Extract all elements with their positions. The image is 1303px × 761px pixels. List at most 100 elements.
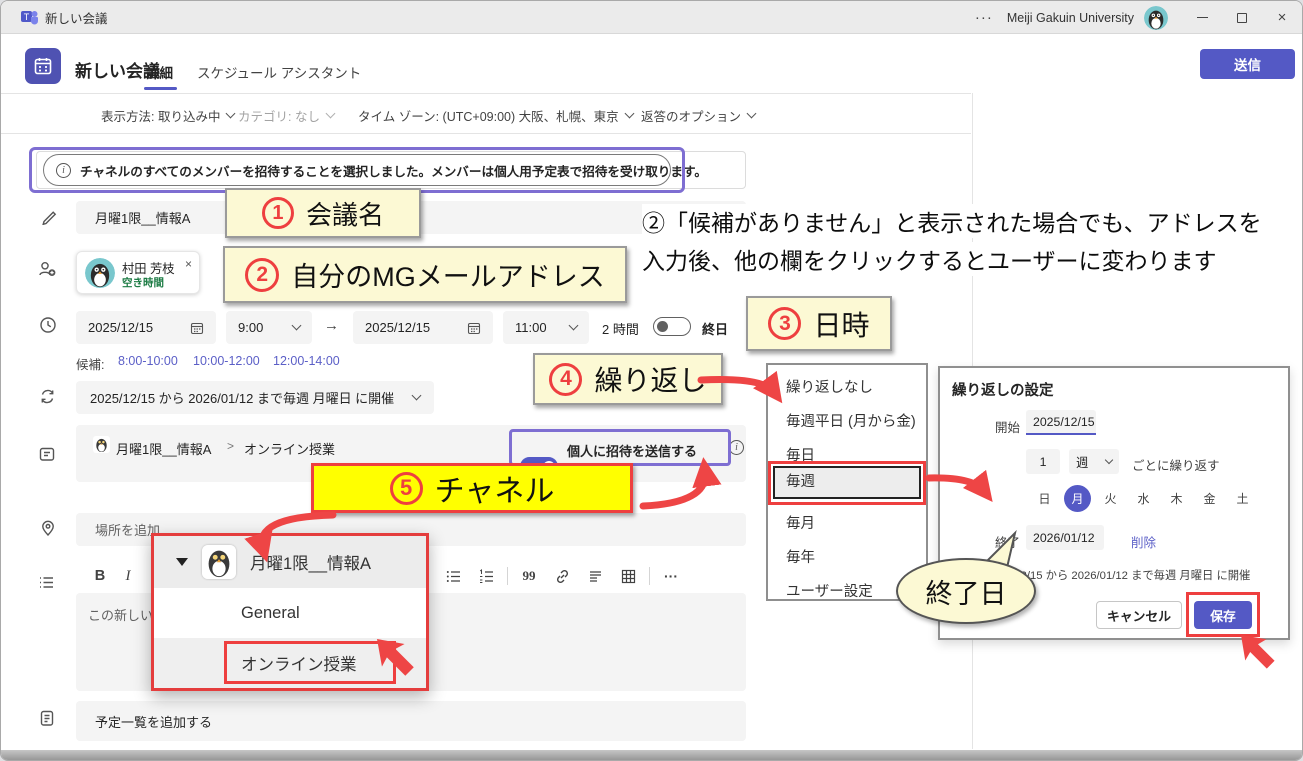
minimize-button[interactable] xyxy=(1182,1,1222,34)
day-saturday[interactable]: 土 xyxy=(1229,485,1256,512)
show-as-dropdown[interactable]: 表示方法: 取り込み中 xyxy=(101,106,234,125)
attendee-availability: 空き時間 xyxy=(122,275,164,290)
day-thursday[interactable]: 木 xyxy=(1163,485,1190,512)
channel-picker-team-header[interactable]: 月曜1限__情報A xyxy=(154,536,426,588)
annotation-purple-box-banner xyxy=(29,147,685,193)
callout-1-label: 会議名 xyxy=(306,195,384,232)
recurrence-dropdown[interactable]: 2025/12/15 から 2026/01/12 まで毎週 月曜日 に開催 xyxy=(76,381,434,414)
team-name: 月曜1限__情報A xyxy=(250,550,371,574)
timezone-dropdown[interactable]: タイム ゾーン: (UTC+09:00) 大阪、札幌、東京 xyxy=(358,106,633,125)
chevron-down-icon xyxy=(292,321,302,331)
tab-schedule-assistant[interactable]: スケジュール アシスタント xyxy=(197,62,361,82)
maximize-button[interactable] xyxy=(1222,1,1262,34)
toolbar-divider xyxy=(1,133,971,134)
chevron-down-icon xyxy=(569,321,579,331)
info-icon: i xyxy=(729,440,744,455)
editor-toolbar-right: 99 ··· xyxy=(441,559,746,593)
callout-2-number: 2 xyxy=(245,258,279,292)
callout-2-email: 2 自分のMGメールアドレス xyxy=(223,246,627,303)
response-options-dropdown[interactable]: 返答のオプション xyxy=(641,106,755,125)
toolbar-divider xyxy=(649,567,650,585)
close-button[interactable]: × xyxy=(1262,1,1302,34)
dialog-end-date-input[interactable]: 2026/01/12 xyxy=(1026,525,1104,550)
end-date-bubble: 終了日 xyxy=(896,558,1036,624)
callout-3-number: 3 xyxy=(768,307,801,340)
repeat-suffix-label: ごとに繰り返す xyxy=(1132,455,1220,474)
channel-team-name[interactable]: 月曜1限__情報A xyxy=(116,439,211,458)
suggestion-time-link[interactable]: 12:00-14:00 xyxy=(273,354,340,368)
callout-3-datetime: 3 日時 xyxy=(746,296,892,351)
annotation-red-box-channel-option xyxy=(224,641,396,684)
caret-down-icon xyxy=(176,558,188,566)
repeat-icon xyxy=(38,387,57,406)
quote-button[interactable]: 99 xyxy=(517,564,541,588)
cancel-button[interactable]: キャンセル xyxy=(1096,601,1182,629)
italic-button[interactable]: I xyxy=(116,564,140,588)
day-wednesday[interactable]: 水 xyxy=(1130,485,1157,512)
delete-end-date-link[interactable]: 削除 xyxy=(1131,532,1156,551)
titlebar-more-icon[interactable]: ··· xyxy=(961,9,1007,26)
remove-attendee-icon[interactable]: × xyxy=(185,257,192,271)
teams-new-meeting-window: T 新しい会議 ··· Meiji Gakuin University × 新し… xyxy=(0,0,1303,761)
attendee-chip[interactable]: 村田 芳枝 空き時間 × xyxy=(76,251,200,294)
dialog-unit-dropdown[interactable]: 週 xyxy=(1069,449,1119,474)
start-date-input[interactable]: 2025/12/15 xyxy=(76,311,216,344)
end-time-input[interactable]: 11:00 xyxy=(503,311,589,344)
annotation-purple-box-toggle xyxy=(509,429,731,466)
day-monday[interactable]: 月 xyxy=(1064,485,1091,512)
bullet-list-button[interactable] xyxy=(441,564,465,588)
table-button[interactable] xyxy=(616,564,640,588)
bold-button[interactable]: B xyxy=(88,564,112,588)
callout-4-recurrence: 4 繰り返し xyxy=(533,353,723,405)
menu-item-monthly[interactable]: 毎月 xyxy=(768,507,926,541)
link-button[interactable] xyxy=(550,564,574,588)
annotation-red-box-save xyxy=(1186,592,1260,637)
all-day-toggle[interactable] xyxy=(653,317,691,336)
team-avatar-icon xyxy=(202,545,236,579)
day-tuesday[interactable]: 火 xyxy=(1097,485,1124,512)
teams-logo-icon: T xyxy=(21,9,38,31)
menu-item-no-repeat[interactable]: 繰り返しなし xyxy=(768,371,926,405)
align-button[interactable] xyxy=(583,564,607,588)
day-sunday[interactable]: 日 xyxy=(1031,485,1058,512)
active-tab-underline xyxy=(144,87,177,90)
day-friday[interactable]: 金 xyxy=(1196,485,1223,512)
callout-5-channel: 5 チャネル xyxy=(311,463,633,513)
agenda-input[interactable]: 予定一覧を追加する xyxy=(76,701,746,741)
send-button[interactable]: 送信 xyxy=(1200,49,1295,79)
suggestion-time-link[interactable]: 10:00-12:00 xyxy=(193,354,260,368)
end-date-input[interactable]: 2025/12/15 xyxy=(353,311,493,344)
callout-1-meeting-name: 1 会議名 xyxy=(225,188,421,238)
callout-5-label: チャネル xyxy=(435,466,555,510)
dialog-start-date-input[interactable]: 2025/12/15 xyxy=(1026,410,1096,435)
chevron-down-icon xyxy=(226,109,236,119)
account-avatar[interactable] xyxy=(1144,6,1168,30)
menu-item-yearly[interactable]: 毎年 xyxy=(768,541,926,575)
callout-4-label: 繰り返し xyxy=(594,359,706,399)
tab-details[interactable]: 詳細 xyxy=(146,62,173,82)
weekday-selector: 日 月 火 水 木 金 土 xyxy=(1031,485,1256,512)
numbered-list-button[interactable] xyxy=(474,564,498,588)
channel-option-general[interactable]: General xyxy=(154,588,426,638)
calendar-icon xyxy=(190,321,204,335)
callout-4-number: 4 xyxy=(549,363,582,396)
header-divider xyxy=(1,93,971,94)
channel-name[interactable]: オンライン授業 xyxy=(244,439,335,458)
category-dropdown[interactable]: カテゴリ: なし xyxy=(238,106,334,125)
svg-text:T: T xyxy=(24,12,30,22)
agenda-list-icon xyxy=(37,573,56,592)
more-options-icon[interactable]: ··· xyxy=(659,564,683,588)
window-title: 新しい会議 xyxy=(45,8,108,27)
dialog-title: 繰り返しの設定 xyxy=(952,379,1054,400)
dialog-interval-input[interactable]: 1 xyxy=(1026,449,1060,474)
start-time-input[interactable]: 9:00 xyxy=(226,311,312,344)
suggestion-time-link[interactable]: 8:00-10:00 xyxy=(118,354,178,368)
add-attendee-icon xyxy=(37,259,57,279)
callout-2-label: 自分のMGメールアドレス xyxy=(291,255,605,294)
note-line-1: ②「候補がありません」と表示された場合でも、アドレスを xyxy=(642,204,1262,238)
chevron-down-icon xyxy=(624,109,634,119)
menu-item-weekdays[interactable]: 毎週平日 (月から金) xyxy=(768,405,926,439)
team-avatar-icon xyxy=(93,436,110,458)
callout-3-label: 日時 xyxy=(813,304,869,344)
callout-1-number: 1 xyxy=(262,197,294,229)
